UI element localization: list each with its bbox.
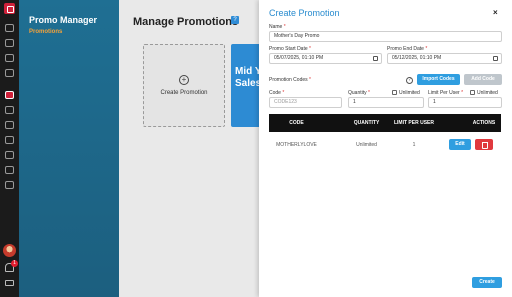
start-date-label: Promo Start Date * bbox=[269, 46, 311, 52]
edit-button[interactable]: Edit bbox=[449, 139, 471, 150]
row-limit: 1 bbox=[412, 142, 416, 148]
app-root: 1 Promo Manager Promotions Manage Promot… bbox=[0, 0, 512, 297]
chat-icon[interactable] bbox=[5, 151, 14, 159]
limit-unlimited-checkbox[interactable] bbox=[470, 90, 475, 95]
headset-icon[interactable] bbox=[5, 121, 14, 129]
promotion-codes-label: Promotion Codes * bbox=[269, 77, 311, 83]
row-quantity: Unlimited bbox=[356, 142, 377, 148]
code-label: Code * bbox=[269, 90, 285, 96]
chart-icon[interactable] bbox=[5, 136, 14, 144]
users-icon[interactable] bbox=[5, 24, 14, 32]
calendar-icon[interactable] bbox=[5, 69, 14, 77]
nav-title: Promo Manager bbox=[29, 15, 98, 25]
trash-icon[interactable] bbox=[475, 139, 493, 150]
plus-circle-icon: + bbox=[179, 75, 189, 85]
share-icon[interactable] bbox=[5, 39, 14, 47]
create-promotion-panel: Create Promotion × Name * Mother's Day P… bbox=[259, 0, 512, 297]
quantity-unlimited-checkbox[interactable] bbox=[392, 90, 397, 95]
logo-icon[interactable] bbox=[4, 3, 15, 14]
promotion-card-title: Mid Y Sales bbox=[235, 66, 262, 89]
codes-table-header: CODE QUANTITY LIMIT PER USER ACTIONS bbox=[269, 114, 501, 132]
graduation-cap-icon[interactable] bbox=[5, 280, 14, 286]
column-header-quantity: QUANTITY bbox=[353, 120, 380, 126]
help-icon[interactable]: ? bbox=[406, 77, 413, 84]
notification-badge: 1 bbox=[11, 260, 18, 267]
table-row: MOTHERLYLOVE Unlimited 1 Edit bbox=[269, 132, 501, 157]
page-title: Manage Promotions bbox=[133, 16, 239, 28]
contacts-icon[interactable] bbox=[5, 106, 14, 114]
calendar-icon[interactable] bbox=[493, 56, 498, 61]
quantity-field[interactable]: 1 bbox=[348, 97, 424, 108]
limit-unlimited-label: Unlimited bbox=[477, 90, 498, 96]
end-date-field[interactable]: 05/12/2025, 01:10 PM bbox=[387, 53, 502, 64]
main-content: Manage Promotions ? + Create Promotion M… bbox=[119, 0, 271, 297]
quantity-label: Quantity * bbox=[348, 90, 370, 96]
nav-panel: Promo Manager Promotions bbox=[19, 0, 119, 297]
end-date-label: Promo End Date * bbox=[387, 46, 428, 52]
add-code-button[interactable]: Add Code bbox=[464, 74, 502, 85]
name-field[interactable]: Mother's Day Promo bbox=[269, 31, 502, 42]
close-icon[interactable]: × bbox=[493, 8, 498, 17]
promo-icon[interactable] bbox=[5, 91, 14, 99]
column-header-code: CODE bbox=[289, 120, 304, 126]
row-code: MOTHERLYLOVE bbox=[276, 142, 317, 148]
avatar[interactable] bbox=[3, 244, 16, 257]
code-input[interactable]: CODE123 bbox=[269, 97, 342, 108]
create-button[interactable]: Create bbox=[472, 277, 502, 288]
history-icon[interactable] bbox=[5, 181, 14, 189]
column-header-limit: LIMIT PER USER bbox=[393, 120, 434, 126]
nav-item-promotions[interactable]: Promotions bbox=[29, 29, 62, 35]
ticket-icon[interactable] bbox=[5, 54, 14, 62]
create-promotion-card[interactable]: + Create Promotion bbox=[143, 44, 225, 127]
start-date-field[interactable]: 05/07/2025, 01:10 PM bbox=[269, 53, 382, 64]
limit-per-user-field[interactable]: 1 bbox=[428, 97, 502, 108]
column-header-actions: ACTIONS bbox=[472, 120, 496, 126]
create-promotion-label: Create Promotion bbox=[160, 90, 208, 96]
import-codes-button[interactable]: Import Codes bbox=[417, 74, 460, 85]
checkbox-icon[interactable] bbox=[5, 166, 14, 174]
calendar-icon[interactable] bbox=[373, 56, 378, 61]
help-icon[interactable]: ? bbox=[231, 16, 239, 24]
quantity-unlimited-label: Unlimited bbox=[399, 90, 420, 96]
name-label: Name * bbox=[269, 24, 286, 30]
limit-per-user-label: Limit Per User * bbox=[428, 90, 464, 96]
icon-rail: 1 bbox=[0, 0, 19, 297]
panel-title: Create Promotion bbox=[269, 8, 340, 18]
